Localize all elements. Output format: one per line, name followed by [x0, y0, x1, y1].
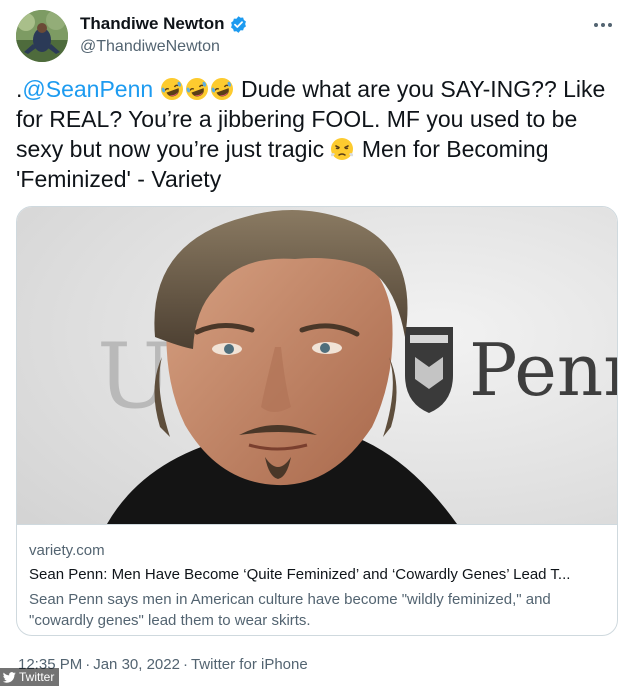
avatar[interactable] — [16, 10, 68, 62]
mention-link[interactable]: @SeanPenn — [22, 76, 153, 102]
tweet-header: Thandiwe Newton @ThandiweNewton — [16, 10, 618, 62]
verified-badge-icon — [229, 15, 248, 34]
rolling-laughing-emoji-icon — [160, 77, 184, 101]
rolling-laughing-emoji-icon — [210, 77, 234, 101]
steam-from-nose-emoji-icon — [330, 137, 354, 161]
penn-shield-logo — [405, 327, 453, 413]
separator: · — [182, 656, 188, 673]
card-description: Sean Penn says men in American culture h… — [29, 591, 551, 629]
link-preview-card[interactable]: UC Penn — [16, 206, 618, 636]
separator: · — [85, 656, 91, 673]
tweet-source[interactable]: Twitter for iPhone — [191, 656, 308, 673]
twitter-bird-icon — [3, 671, 16, 683]
rolling-laughing-emoji-icon — [185, 77, 209, 101]
background-text-penn: Penn — [469, 328, 618, 412]
tweet-date[interactable]: Jan 30, 2022 — [93, 656, 180, 673]
display-name[interactable]: Thandiwe Newton — [80, 14, 225, 34]
twitter-watermark: Twitter — [0, 668, 60, 686]
tweet-text: .@SeanPenn Dude what are you SAY-ING?? L… — [16, 74, 620, 194]
user-handle[interactable]: @ThandiweNewton — [80, 38, 248, 56]
watermark-label: Twitter — [19, 670, 55, 684]
card-domain: variety.com — [29, 542, 105, 559]
card-image[interactable]: UC Penn — [17, 207, 618, 524]
card-title[interactable]: Sean Penn: Men Have Become ‘Quite Femini… — [29, 565, 605, 585]
more-options-icon[interactable] — [588, 14, 618, 36]
tweet-footer: 12:35 PM · Jan 30, 2022 · Twitter for iPhone — [18, 656, 308, 673]
card-meta: variety.com Sean Penn: Men Have Become ‘… — [17, 524, 617, 635]
